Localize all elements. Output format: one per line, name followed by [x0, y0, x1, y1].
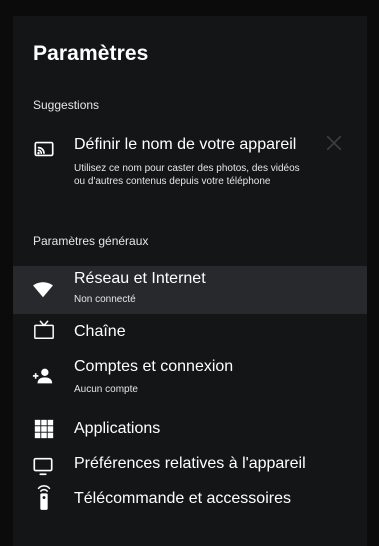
suggestion-title: Définir le nom de votre appareil	[74, 136, 297, 153]
suggestion-description: Utilisez ce nom pour caster des photos, …	[74, 163, 300, 187]
add-account-icon	[32, 365, 54, 387]
settings-item-remote-title: Télécommande et accessoires	[74, 490, 291, 507]
settings-item-network-title: Réseau et Internet	[74, 270, 206, 287]
settings-panel: Paramètres Suggestions Définir le nom de…	[13, 16, 367, 546]
settings-item-channel-title: Chaîne	[74, 323, 126, 340]
settings-item-apps-title: Applications	[74, 420, 161, 437]
close-icon[interactable]	[325, 134, 343, 152]
apps-grid-icon	[33, 418, 55, 440]
page-title: Paramètres	[33, 42, 149, 65]
settings-item-accounts-subtitle: Aucun compte	[74, 384, 138, 395]
screen-background: Paramètres Suggestions Définir le nom de…	[0, 0, 379, 546]
monitor-icon	[32, 455, 54, 477]
remote-icon	[33, 484, 55, 512]
settings-item-accounts-title: Comptes et connexion	[74, 358, 234, 375]
settings-item-device-preferences-title: Préférences relatives à l'appareil	[74, 455, 306, 472]
general-settings-label: Paramètres généraux	[33, 234, 149, 248]
wifi-icon	[32, 278, 54, 300]
suggestions-label: Suggestions	[33, 98, 100, 112]
settings-item-network-subtitle: Non connecté	[74, 294, 136, 305]
cast-icon	[33, 138, 55, 160]
tv-icon	[33, 319, 55, 341]
